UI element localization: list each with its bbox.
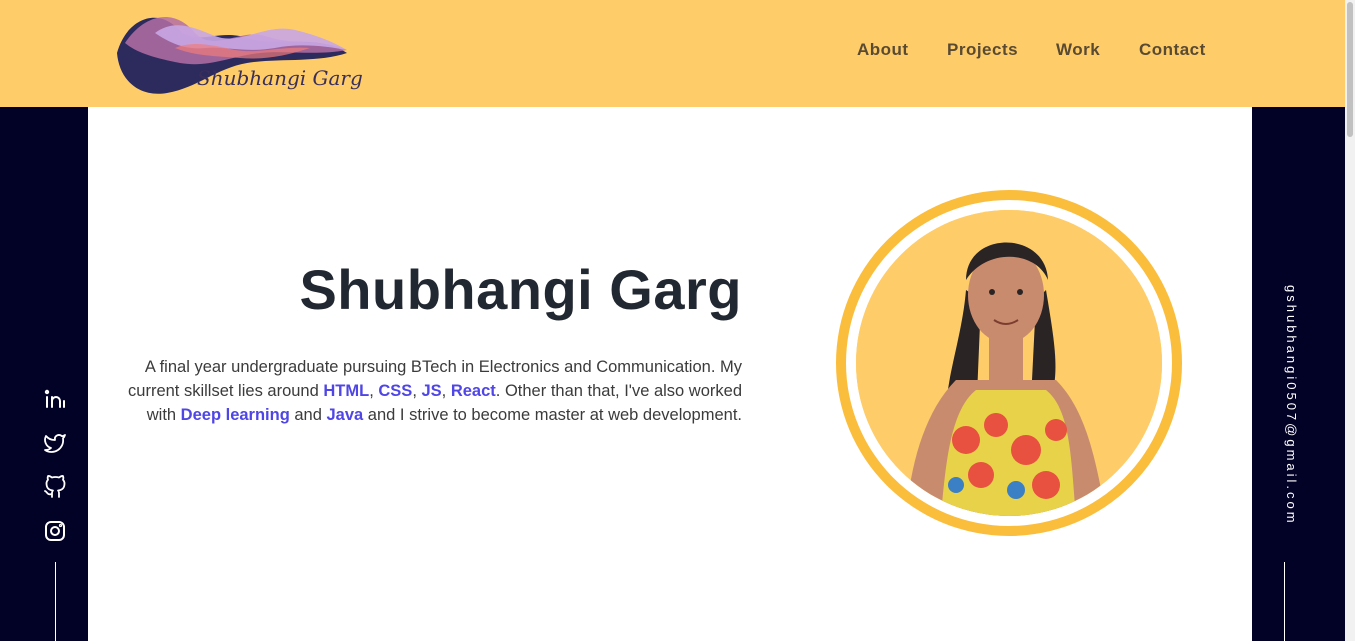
right-rail-line bbox=[1284, 562, 1285, 641]
github-icon[interactable] bbox=[43, 475, 67, 499]
profile-photo bbox=[856, 210, 1162, 516]
nav-work[interactable]: Work bbox=[1056, 40, 1100, 60]
email-link[interactable]: gshubhangi0507@gmail.com bbox=[1284, 285, 1299, 526]
hero-section: Shubhangi Garg A final year undergraduat… bbox=[88, 107, 1252, 641]
bio-text: and bbox=[289, 406, 327, 424]
left-rail-line bbox=[55, 562, 56, 641]
skill-java: Java bbox=[326, 406, 364, 424]
site-header: Shubhangi Garg About Projects Work Conta… bbox=[0, 0, 1345, 107]
nav-about[interactable]: About bbox=[857, 40, 909, 60]
scrollbar-thumb[interactable] bbox=[1347, 2, 1353, 137]
skill-react: React bbox=[450, 382, 496, 400]
linkedin-icon[interactable] bbox=[43, 387, 67, 411]
instagram-icon[interactable] bbox=[43, 519, 67, 543]
logo-text: Shubhangi Garg bbox=[197, 66, 363, 90]
skill-js: JS bbox=[421, 382, 442, 400]
nav-contact[interactable]: Contact bbox=[1139, 40, 1206, 60]
skill-html: HTML bbox=[323, 382, 370, 400]
skill-css: CSS bbox=[378, 382, 413, 400]
left-social-rail bbox=[0, 107, 88, 641]
main-nav: About Projects Work Contact bbox=[0, 40, 1345, 64]
profile-photo-frame bbox=[836, 190, 1182, 536]
page-scrollbar[interactable] bbox=[1345, 0, 1355, 641]
nav-projects[interactable]: Projects bbox=[947, 40, 1018, 60]
bio-text: and I strive to become master at web dev… bbox=[363, 406, 742, 424]
hero-name: Shubhangi Garg bbox=[299, 258, 742, 321]
bio-text: , bbox=[369, 382, 379, 400]
hero-bio: A final year undergraduate pursuing BTec… bbox=[108, 355, 742, 427]
bio-text: , bbox=[441, 382, 451, 400]
twitter-icon[interactable] bbox=[43, 431, 67, 455]
skill-deep-learning: Deep learning bbox=[180, 406, 290, 424]
